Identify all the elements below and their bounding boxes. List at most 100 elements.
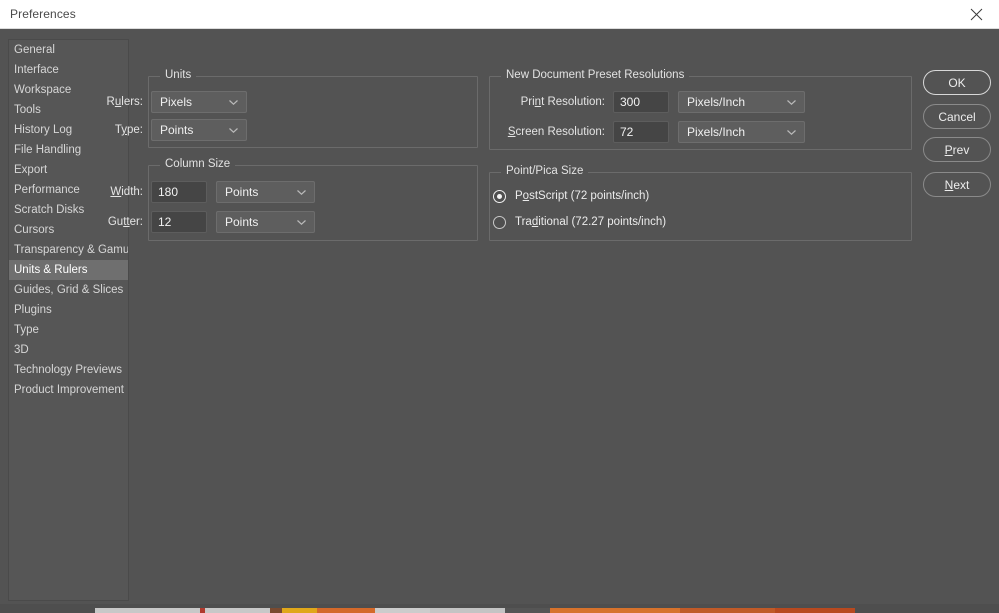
column-width-unit-value: Points <box>225 185 259 199</box>
sidebar-item-file-handling[interactable]: File Handling <box>9 140 128 160</box>
sidebar-item-interface[interactable]: Interface <box>9 60 128 80</box>
sidebar-item-transparency-gamut[interactable]: Transparency & Gamut <box>9 240 128 260</box>
close-button[interactable] <box>953 0 999 28</box>
type-units-dropdown[interactable]: Points <box>151 119 247 141</box>
column-gutter-unit-value: Points <box>225 215 259 229</box>
radio-postscript-label: PostScript (72 points/inch) <box>515 190 650 202</box>
taskbar-segment <box>505 608 550 613</box>
screen-resolution-value: 72 <box>620 125 634 139</box>
sidebar-item-label: General <box>14 44 55 56</box>
sidebar-item-label: Product Improvement <box>14 384 124 396</box>
radio-traditional-label: Traditional (72.27 points/inch) <box>515 216 667 228</box>
screen-resolution-row: Screen Resolution: 72 Pixels/Inch <box>489 121 899 143</box>
chevron-down-icon <box>787 100 796 105</box>
radio-traditional-indicator <box>493 215 506 229</box>
chevron-down-icon <box>229 100 238 105</box>
sidebar-item-label: Interface <box>14 64 59 76</box>
type-label: Type: <box>114 124 143 136</box>
screen-resolution-unit-dropdown[interactable]: Pixels/Inch <box>678 121 805 143</box>
cancel-button[interactable]: Cancel <box>923 104 991 129</box>
taskbar-segment <box>430 608 505 613</box>
chevron-down-icon <box>787 130 796 135</box>
column-width-label-mnemonic: W <box>110 186 122 198</box>
sidebar-item-label: Tools <box>14 104 41 116</box>
column-width-row: Width: 180 Points <box>38 181 348 203</box>
column-width-label: Width: <box>110 186 143 198</box>
new-document-preset-resolutions-group: New Document Preset Resolutions Print Re… <box>489 69 912 150</box>
sidebar-item-label: Plugins <box>14 304 52 316</box>
sidebar-item-type[interactable]: Type <box>9 320 128 340</box>
sidebar-item-technology-previews[interactable]: Technology Previews <box>9 360 128 380</box>
sidebar-item-units-rulers[interactable]: Units & Rulers <box>9 260 128 280</box>
close-icon <box>970 8 983 21</box>
type-row: Type: Points <box>38 119 278 141</box>
print-resolution-unit-dropdown[interactable]: Pixels/Inch <box>678 91 805 113</box>
prev-button-mnemonic: P <box>944 142 953 157</box>
taskbar-segment <box>317 608 375 613</box>
chevron-down-icon <box>297 190 306 195</box>
radio-postscript[interactable]: PostScript (72 points/inch) <box>493 187 649 205</box>
sidebar-item-label: Guides, Grid & Slices <box>14 284 124 296</box>
sidebar-item-label: Transparency & Gamut <box>14 244 129 256</box>
screen-resolution-label: Screen Resolution: <box>507 126 605 138</box>
radio-postscript-indicator <box>493 189 506 203</box>
taskbar-icon-strip <box>0 608 999 613</box>
column-gutter-label: Gutter: <box>107 216 143 228</box>
sidebar-item-label: 3D <box>14 344 29 356</box>
desktop-taskbar <box>0 604 999 613</box>
column-gutter-unit-dropdown[interactable]: Points <box>216 211 315 233</box>
sidebar-item-label: Export <box>14 164 48 176</box>
sidebar-item-guides-grid-slices[interactable]: Guides, Grid & Slices <box>9 280 128 300</box>
type-units-value: Points <box>160 123 194 137</box>
screen-resolution-input[interactable]: 72 <box>613 121 669 143</box>
column-size-group-title: Column Size <box>160 158 236 170</box>
taskbar-segment <box>375 608 430 613</box>
rulers-units-dropdown[interactable]: Pixels <box>151 91 247 113</box>
window-title: Preferences <box>10 7 76 21</box>
sidebar-item-general[interactable]: General <box>9 40 128 60</box>
sidebar-item-plugins[interactable]: Plugins <box>9 300 128 320</box>
column-gutter-row: Gutter: 12 Points <box>38 211 348 233</box>
next-button[interactable]: Next <box>923 172 991 197</box>
column-width-input[interactable]: 180 <box>151 181 207 203</box>
preferences-dialog-body: General Interface Workspace Tools Histor… <box>0 29 999 613</box>
point-pica-size-group: Point/Pica Size PostScript (72 points/in… <box>489 165 912 241</box>
screen-resolution-label-mnemonic: S <box>507 126 516 138</box>
chevron-down-icon <box>297 220 306 225</box>
taskbar-segment <box>205 608 270 613</box>
preferences-window: Preferences General Interface Workspace … <box>0 0 999 613</box>
print-resolution-label: Print Resolution: <box>520 96 605 108</box>
column-size-group: Column Size Width: 180 Points Gutter: 12 <box>108 158 478 241</box>
column-gutter-value: 12 <box>158 215 172 229</box>
taskbar-segment <box>0 608 95 613</box>
chevron-down-icon <box>229 128 238 133</box>
taskbar-segment <box>270 608 282 613</box>
sidebar-item-label: Technology Previews <box>14 364 123 376</box>
column-width-value: 180 <box>158 185 179 199</box>
next-button-mnemonic: N <box>944 177 954 192</box>
ok-button[interactable]: OK <box>923 70 991 95</box>
window-titlebar: Preferences <box>0 0 999 29</box>
sidebar-item-label: File Handling <box>14 144 82 156</box>
taskbar-segment <box>95 608 200 613</box>
radio-traditional[interactable]: Traditional (72.27 points/inch) <box>493 213 666 231</box>
sidebar-item-label: Type <box>14 324 39 336</box>
print-resolution-value: 300 <box>620 95 641 109</box>
print-resolution-unit-value: Pixels/Inch <box>687 95 746 109</box>
taskbar-segment <box>855 608 999 613</box>
taskbar-segment <box>550 608 680 613</box>
resolutions-group-title: New Document Preset Resolutions <box>501 69 690 81</box>
taskbar-segment <box>680 608 775 613</box>
print-resolution-input[interactable]: 300 <box>613 91 669 113</box>
taskbar-segment <box>775 608 855 613</box>
rulers-units-value: Pixels <box>160 95 193 109</box>
column-width-unit-dropdown[interactable]: Points <box>216 181 315 203</box>
point-pica-size-group-title: Point/Pica Size <box>501 165 589 177</box>
prev-button[interactable]: Prev <box>923 137 991 162</box>
sidebar-item-3d[interactable]: 3D <box>9 340 128 360</box>
rulers-row: Rulers: Pixels <box>38 91 278 113</box>
rulers-label: Rulers: <box>106 96 143 108</box>
sidebar-item-export[interactable]: Export <box>9 160 128 180</box>
column-gutter-input[interactable]: 12 <box>151 211 207 233</box>
sidebar-item-product-improvement[interactable]: Product Improvement <box>9 380 128 400</box>
